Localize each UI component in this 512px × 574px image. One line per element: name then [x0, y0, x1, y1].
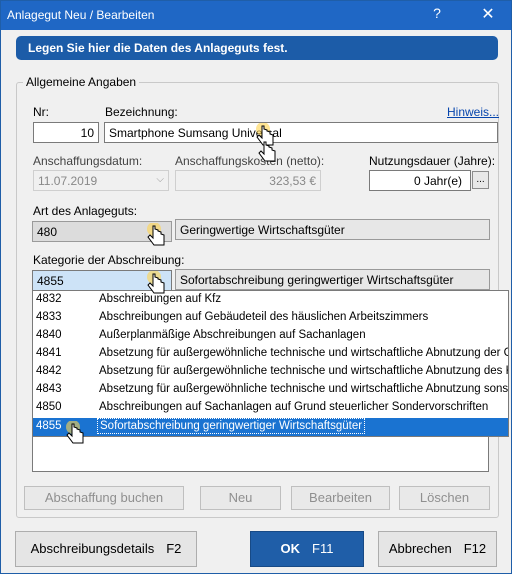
list-item-selected[interactable]: 4855 Sofortabschreibung geringwertiger W… — [33, 418, 508, 436]
list-item-code: 4855 — [36, 420, 62, 432]
ok-button[interactable]: OK F11 — [250, 531, 364, 567]
help-button[interactable]: ? — [425, 5, 449, 25]
abbrechen-button[interactable]: Abbrechen F12 — [378, 531, 497, 567]
kategorie-dropdown-list[interactable]: 4832 Abschreibungen auf Kfz 4833 Abschre… — [32, 290, 509, 437]
bearbeiten-button[interactable]: Bearbeiten — [291, 486, 390, 510]
entries-table-area — [32, 437, 489, 472]
anschaffungsdatum-value: 11.07.2019 — [38, 174, 98, 188]
list-item-code: 4840 — [36, 329, 62, 341]
close-button[interactable]: ✕ — [473, 4, 503, 26]
group-legend: Allgemeine Angaben — [23, 75, 140, 89]
abbrechen-label: Abbrechen — [388, 541, 452, 556]
abschaffung-buchen-button[interactable]: Abschaffung buchen — [24, 486, 184, 510]
kategorie-label: Kategorie der Abschreibung: — [33, 253, 185, 267]
kategorie-description: Sofortabschreibung geringwertiger Wirtsc… — [175, 269, 490, 290]
list-item[interactable]: 4843 Absetzung für außergewöhnliche tech… — [33, 381, 508, 399]
list-item-code: 4850 — [36, 401, 62, 413]
bezeichnung-input[interactable]: Smartphone Sumsang Universal — [104, 122, 498, 143]
abbrechen-key: F12 — [463, 541, 487, 556]
bezeichnung-label: Bezeichnung: — [105, 105, 178, 119]
nr-input[interactable]: 10 — [33, 122, 99, 143]
list-item[interactable]: 4832 Abschreibungen auf Kfz — [33, 291, 508, 309]
list-item-code: 4832 — [36, 293, 62, 305]
abschreibungsdetails-key: F2 — [166, 541, 182, 556]
hand-pointer-icon — [66, 421, 84, 444]
list-item-code: 4843 — [36, 383, 62, 395]
nutzungsdauer-label: Nutzungsdauer (Jahre): — [369, 154, 496, 168]
art-label: Art des Anlageguts: — [33, 204, 138, 218]
nutzungsdauer-browse-button[interactable]: ... — [472, 171, 489, 189]
list-item-desc: Absetzung für außergewöhnliche technisch… — [99, 365, 508, 377]
art-description: Geringwertige Wirtschaftsgüter — [175, 219, 490, 240]
loeschen-button[interactable]: Löschen — [399, 486, 490, 510]
anschaffungskosten-label: Anschaffungskosten (netto): — [175, 154, 325, 168]
hand-pointer-icon — [147, 271, 165, 294]
banner-text: Legen Sie hier die Daten des Anlageguts … — [28, 41, 288, 55]
ok-label: OK — [280, 541, 301, 556]
hinweis-link[interactable]: Hinweis... — [447, 105, 499, 119]
abschreibungsdetails-label: Abschreibungsdetails — [30, 541, 155, 556]
anschaffungsdatum-label: Anschaffungsdatum: — [33, 154, 143, 168]
anschaffungsdatum-picker[interactable]: 11.07.2019 ⌵ — [33, 170, 169, 191]
list-item-desc: Absetzung für außergewöhnliche technisch… — [99, 383, 508, 395]
window-title: Anlagegut Neu / Bearbeiten — [7, 8, 155, 22]
anschaffungskosten-input[interactable]: 323,53 € — [175, 170, 321, 191]
list-item[interactable]: 4840 Außerplanmäßige Abschreibungen auf … — [33, 327, 508, 345]
title-bar: Anlagegut Neu / Bearbeiten ? ✕ — [1, 1, 511, 30]
list-item-code: 4841 — [36, 347, 62, 359]
list-item[interactable]: 4841 Absetzung für außergewöhnliche tech… — [33, 345, 508, 363]
abschreibungsdetails-button[interactable]: Abschreibungsdetails F2 — [15, 531, 197, 567]
info-banner: Legen Sie hier die Daten des Anlageguts … — [16, 36, 498, 60]
ok-key: F11 — [312, 541, 334, 556]
nr-label: Nr: — [33, 105, 49, 119]
dialog-window: Anlagegut Neu / Bearbeiten ? ✕ Legen Sie… — [0, 0, 512, 574]
list-item-desc: Abschreibungen auf Gebäudeteil des häusl… — [99, 311, 429, 323]
neu-button[interactable]: Neu — [200, 486, 281, 510]
list-item-desc: Abschreibungen auf Sachanlagen auf Grund… — [99, 401, 489, 413]
hand-pointer-icon — [147, 223, 165, 246]
hand-pointer-icon — [258, 141, 276, 162]
list-item[interactable]: 4850 Abschreibungen auf Sachanlagen auf … — [33, 399, 508, 417]
chevron-down-icon: ⌵ — [156, 174, 164, 185]
list-item-desc: Außerplanmäßige Abschreibungen auf Sacha… — [99, 329, 366, 341]
list-item-code: 4833 — [36, 311, 62, 323]
list-item[interactable]: 4842 Absetzung für außergewöhnliche tech… — [33, 363, 508, 381]
list-item-desc: Sofortabschreibung geringwertiger Wirtsc… — [97, 418, 366, 434]
nutzungsdauer-input[interactable]: 0 Jahr(e) — [369, 170, 471, 191]
list-item-desc: Absetzung für außergewöhnliche technisch… — [99, 347, 508, 359]
list-item[interactable]: 4833 Abschreibungen auf Gebäudeteil des … — [33, 309, 508, 327]
list-item-code: 4842 — [36, 365, 62, 377]
